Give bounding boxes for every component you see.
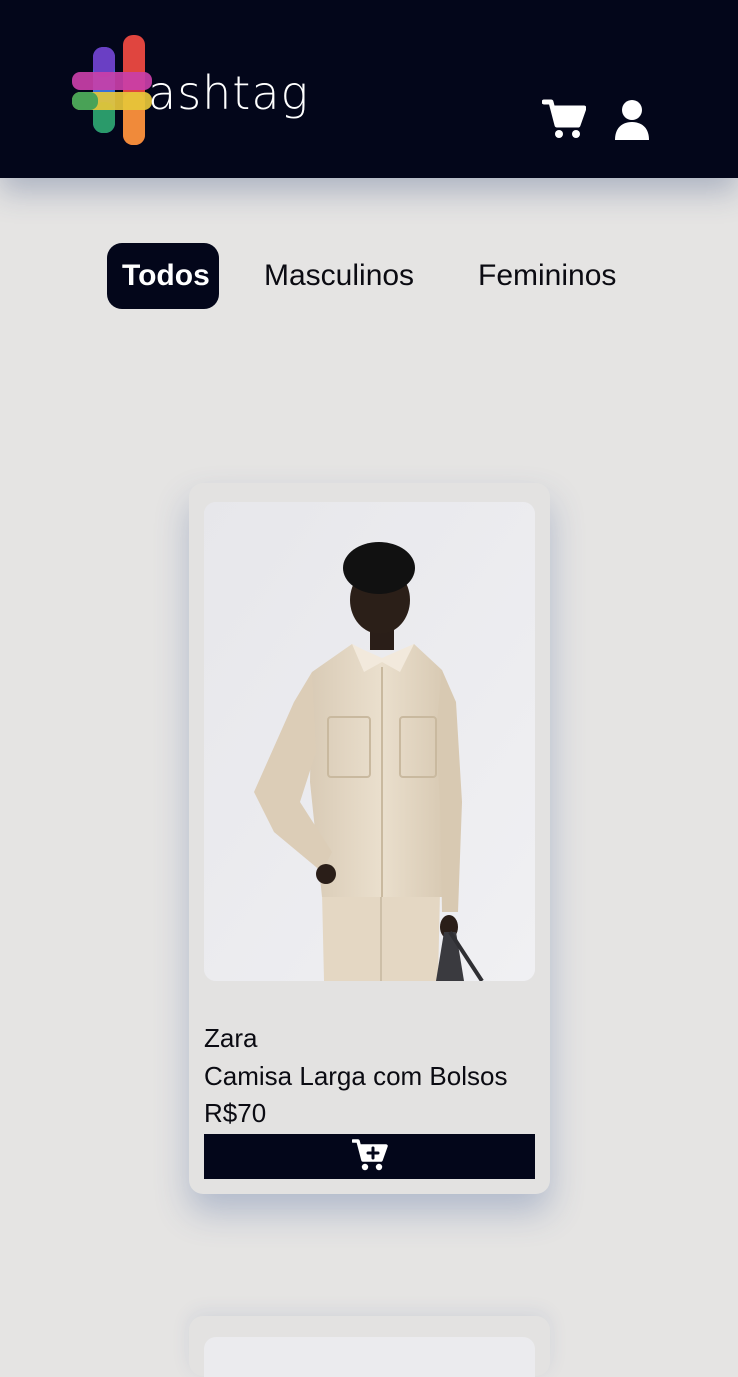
- product-name: Camisa Larga com Bolsos: [204, 1061, 508, 1091]
- brand-text: ashtag: [148, 66, 310, 120]
- tab-masculinos[interactable]: Masculinos: [264, 243, 414, 309]
- cart-icon: [542, 99, 586, 138]
- product-image-next: [204, 1337, 535, 1377]
- category-filters: Todos Masculinos Femininos: [0, 243, 738, 309]
- hashtag-logo-icon: [72, 35, 152, 145]
- user-icon: [615, 100, 649, 140]
- user-button[interactable]: [614, 100, 650, 140]
- product-card[interactable]: Zara Camisa Larga com Bolsos R$70: [189, 483, 550, 1194]
- add-to-cart-button[interactable]: [204, 1134, 535, 1179]
- product-brand: Zara: [204, 1023, 258, 1053]
- product-card-next[interactable]: [189, 1316, 550, 1377]
- product-price: R$70: [204, 1098, 267, 1128]
- product-image[interactable]: [204, 502, 535, 981]
- cart-plus-icon: [352, 1139, 388, 1171]
- cart-button[interactable]: [542, 98, 586, 140]
- hashtag-logo[interactable]: ashtag: [70, 32, 330, 152]
- tab-femininos[interactable]: Femininos: [478, 243, 616, 309]
- app-header: ashtag: [0, 0, 738, 178]
- product-photo: [204, 502, 535, 981]
- tab-todos[interactable]: Todos: [107, 243, 219, 309]
